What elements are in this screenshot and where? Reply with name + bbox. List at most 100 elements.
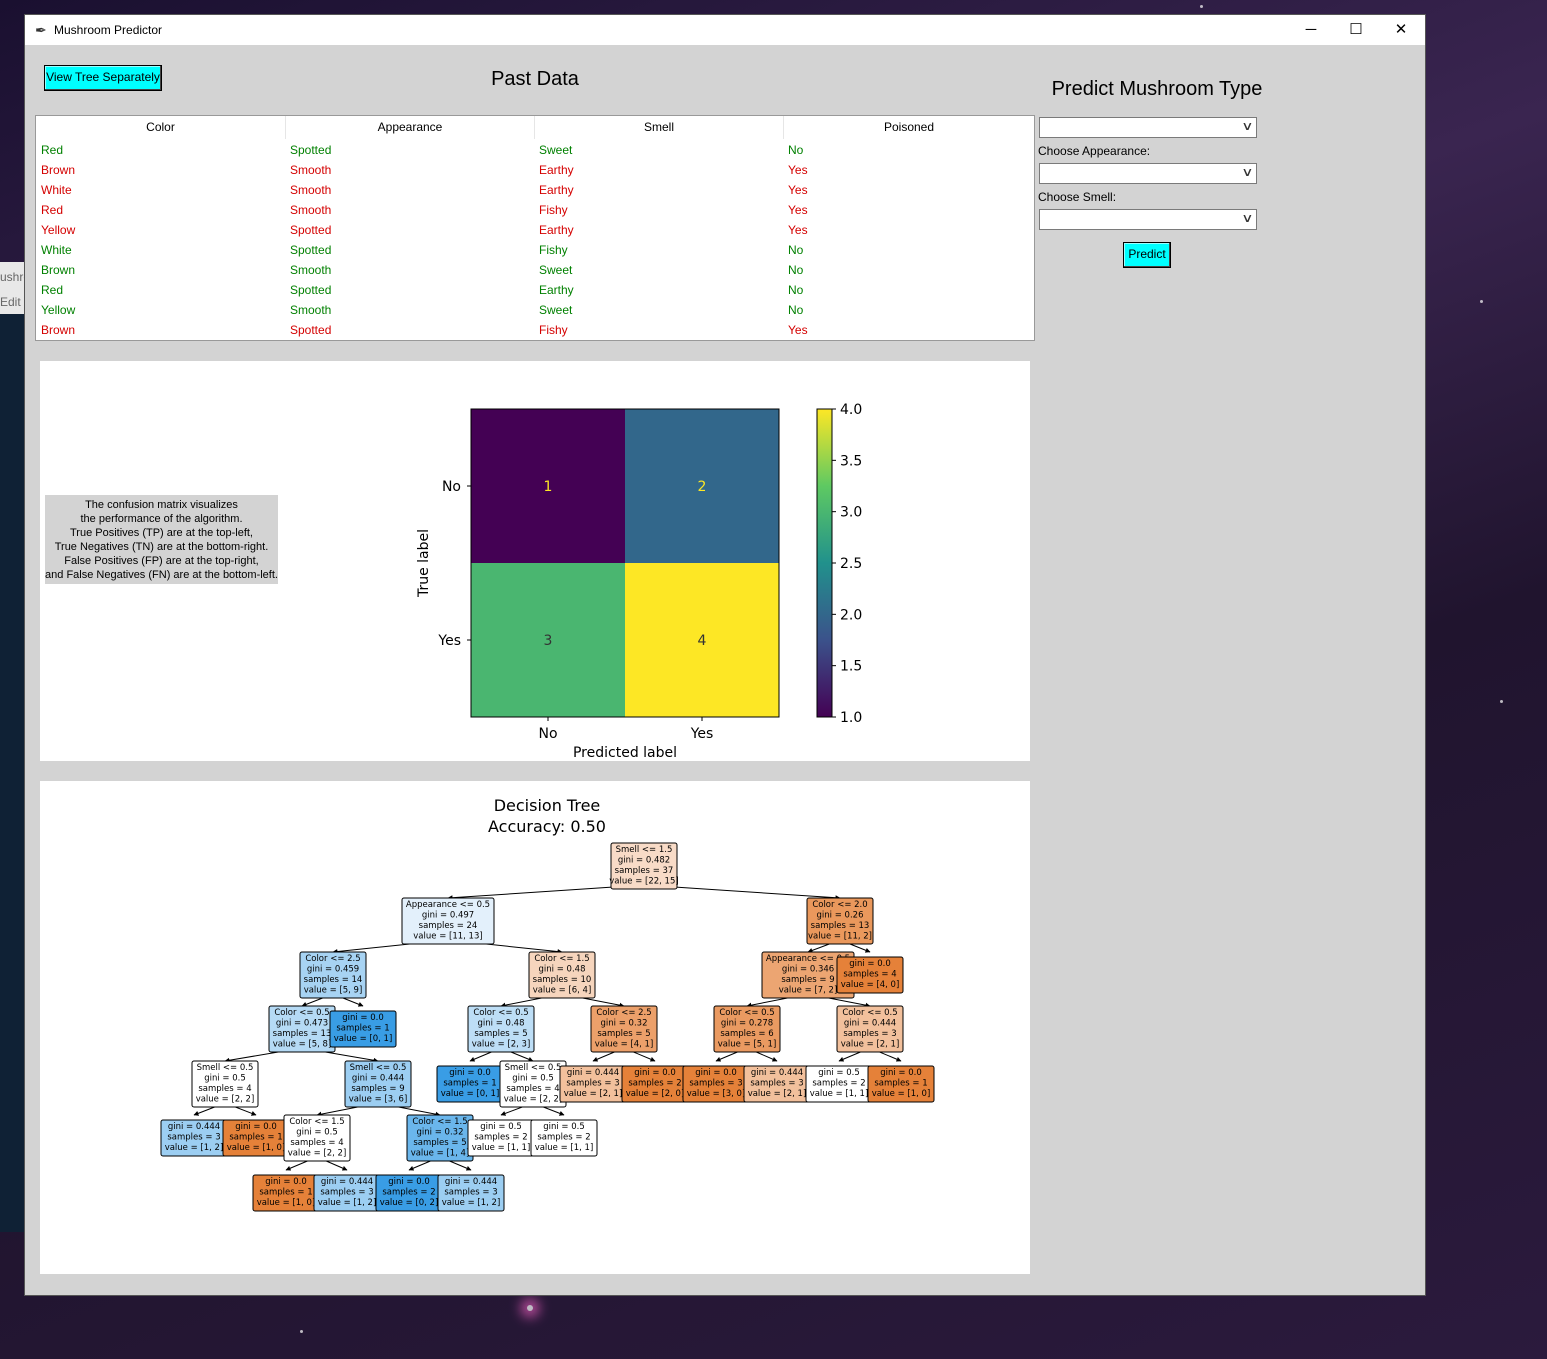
tree-node-text: value = [2, 3]: [472, 1040, 531, 1050]
tree-node-text: samples = 4: [290, 1138, 343, 1148]
tree-node-text: samples = 3: [843, 1029, 896, 1039]
tree-node-text: Color <= 2.5: [596, 1008, 651, 1018]
y-axis-label: True label: [416, 529, 432, 598]
tree-node: Color <= 2.0gini = 0.26samples = 13value…: [806, 897, 874, 945]
tree-node-text: value = [2, 2]: [196, 1095, 255, 1105]
smell-cell: Fishy: [539, 203, 568, 217]
color-cell: Red: [41, 143, 64, 157]
tree-node-text: samples = 1: [443, 1079, 496, 1089]
column-header-poisoned[interactable]: Poisoned: [784, 116, 1034, 139]
color-cell: Brown: [41, 263, 76, 277]
background-window[interactable]: ushro Edit: [0, 262, 30, 1232]
background-star: [527, 1305, 533, 1311]
tree-node-text: Color <= 1.5: [412, 1117, 467, 1127]
tree-node-text: gini = 0.48: [478, 1019, 525, 1029]
view-tree-button[interactable]: View Tree Separately: [44, 65, 162, 91]
tree-node-text: value = [1, 0]: [227, 1143, 286, 1153]
poisoned-cell: Yes: [788, 203, 808, 217]
table-row[interactable]: Yellow Smooth Sweet No: [36, 300, 1034, 320]
color-cell: Brown: [41, 323, 76, 337]
chevron-down-icon: ∨: [1241, 119, 1254, 133]
tree-node-text: gini = 0.444: [321, 1177, 373, 1187]
feather-icon: ✒: [35, 22, 47, 38]
tree-node: gini = 0.0samples = 1value = [0, 1]: [436, 1065, 504, 1103]
tree-node-text: Color <= 0.5: [842, 1008, 897, 1018]
tree-node-text: gini = 0.32: [417, 1128, 464, 1138]
column-header-appearance[interactable]: Appearance: [286, 116, 535, 139]
smell-select[interactable]: ∨: [1039, 209, 1257, 230]
table-row[interactable]: White Smooth Earthy Yes: [36, 180, 1034, 200]
tree-node-text: gini = 0.0: [342, 1013, 384, 1023]
close-button[interactable]: ✕: [1391, 20, 1411, 40]
tree-node-text: value = [5, 1]: [718, 1040, 777, 1050]
maximize-button[interactable]: ☐: [1346, 20, 1366, 40]
tree-node: gini = 0.5samples = 2value = [1, 1]: [467, 1119, 535, 1157]
tree-node-text: Color <= 0.5: [473, 1008, 528, 1018]
background-window-header: ushro Edit: [0, 262, 30, 314]
appearance-cell: Spotted: [290, 143, 332, 157]
tree-node: gini = 0.0samples = 4value = [4, 0]: [836, 956, 904, 994]
tree-node-text: gini = 0.497: [422, 911, 474, 921]
tree-node-text: gini = 0.459: [307, 965, 359, 975]
background-window-menu: Edit: [0, 295, 21, 309]
color-select[interactable]: ∨: [1039, 117, 1257, 138]
poisoned-cell: Yes: [788, 323, 808, 337]
tree-node: gini = 0.0samples = 3value = [3, 0]: [682, 1065, 750, 1103]
appearance-cell: Spotted: [290, 283, 332, 297]
minimize-button[interactable]: ─: [1301, 20, 1321, 40]
table-row[interactable]: Brown Spotted Fishy Yes: [36, 320, 1034, 340]
tree-node-text: value = [11, 13]: [413, 932, 482, 942]
tree-node-text: value = [3, 6]: [349, 1095, 408, 1105]
smell-cell: Fishy: [539, 323, 568, 337]
smell-label: Choose Smell:: [1038, 190, 1117, 204]
poisoned-cell: No: [788, 263, 804, 277]
tree-node-text: samples = 24: [419, 921, 478, 931]
column-header-color[interactable]: Color: [36, 116, 286, 139]
table-row[interactable]: Red Spotted Sweet No: [36, 140, 1034, 160]
color-cell: Brown: [41, 163, 76, 177]
table-row[interactable]: Yellow Spotted Earthy Yes: [36, 220, 1034, 240]
poisoned-cell: Yes: [788, 163, 808, 177]
table-row[interactable]: White Spotted Fishy No: [36, 240, 1034, 260]
tree-node-text: gini = 0.444: [751, 1068, 803, 1078]
tree-node-text: Appearance <= 0.5: [406, 900, 490, 910]
background-star: [300, 1330, 303, 1333]
tree-node: Color <= 1.5gini = 0.48samples = 10value…: [528, 951, 596, 999]
poisoned-cell: No: [788, 283, 804, 297]
poisoned-cell: No: [788, 243, 804, 257]
tree-node-text: Smell <= 1.5: [616, 845, 673, 855]
tree-node-text: gini = 0.444: [567, 1068, 619, 1078]
tree-node-text: Color <= 0.5: [274, 1008, 329, 1018]
tree-node-text: gini = 0.444: [445, 1177, 497, 1187]
table-row[interactable]: Brown Smooth Earthy Yes: [36, 160, 1034, 180]
table-row[interactable]: Red Smooth Fishy Yes: [36, 200, 1034, 220]
tree-node-text: value = [4, 0]: [841, 980, 900, 990]
tree-node-text: gini = 0.5: [512, 1074, 554, 1084]
tree-node-text: samples = 14: [304, 975, 363, 985]
past-data-table[interactable]: Color Appearance Smell Poisoned Red Spott…: [35, 115, 1035, 341]
tree-node-text: value = [0, 2]: [380, 1198, 439, 1208]
tree-node-text: value = [11, 2]: [808, 932, 872, 942]
tree-node-text: gini = 0.0: [449, 1068, 491, 1078]
tree-node-text: value = [1, 0]: [872, 1089, 931, 1099]
tree-node-text: value = [1, 2]: [318, 1198, 377, 1208]
tree-node-text: samples = 4: [506, 1084, 559, 1094]
tree-node-text: value = [4, 1]: [595, 1040, 654, 1050]
color-cell: Yellow: [41, 223, 76, 237]
appearance-select[interactable]: ∨: [1039, 163, 1257, 184]
table-row[interactable]: Brown Smooth Sweet No: [36, 260, 1034, 280]
tree-node-text: Color <= 0.5: [719, 1008, 774, 1018]
tree-node: Smell <= 1.5gini = 0.482samples = 37valu…: [609, 842, 679, 890]
predict-button[interactable]: Predict: [1123, 242, 1171, 268]
tree-node-text: samples = 1: [874, 1079, 927, 1089]
tree-node-text: gini = 0.5: [818, 1068, 860, 1078]
column-header-smell[interactable]: Smell: [535, 116, 784, 139]
table-row[interactable]: Red Spotted Earthy No: [36, 280, 1034, 300]
tree-node-text: value = [2, 0]: [626, 1089, 685, 1099]
appearance-cell: Spotted: [290, 223, 332, 237]
cell-value-label: 2: [698, 479, 707, 495]
smell-cell: Fishy: [539, 243, 568, 257]
colorbar-tick-label: 3.0: [840, 505, 862, 521]
smell-cell: Sweet: [539, 303, 573, 317]
y-tick-label: No: [442, 479, 461, 495]
